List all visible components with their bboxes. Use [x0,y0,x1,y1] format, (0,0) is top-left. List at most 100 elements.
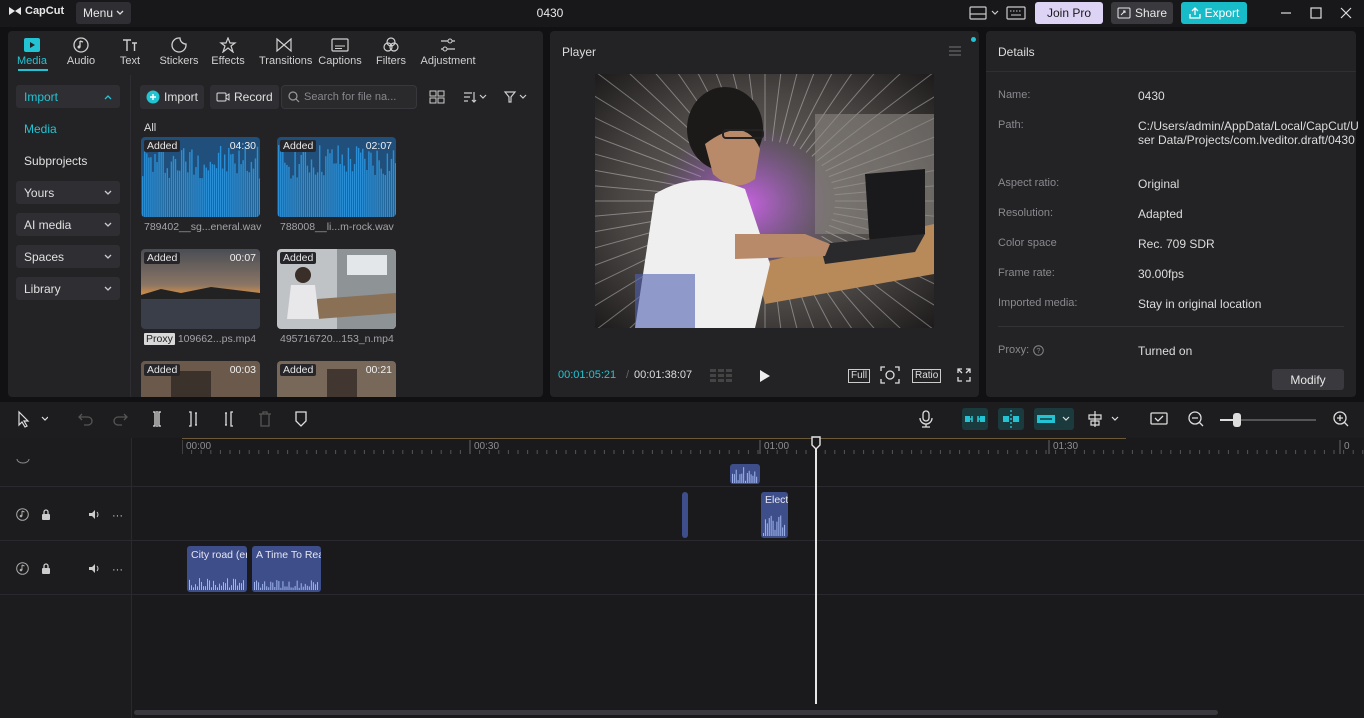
video-preview[interactable] [595,74,934,328]
minimize-icon[interactable] [1278,5,1294,21]
preview-axis-toggle[interactable] [1034,408,1074,430]
full-button[interactable]: Full [848,369,871,383]
tab-effects[interactable]: Effects [205,37,251,67]
sidebar-item-yours[interactable]: Yours [16,181,120,204]
search-input[interactable] [304,91,414,103]
detail-label-path: Path: [998,119,1024,131]
waveform-bar [231,585,232,590]
sort-icon[interactable] [462,90,488,104]
waveform-bar [290,587,292,590]
share-button[interactable]: Share [1111,2,1173,24]
filter-icon[interactable] [503,90,529,104]
close-icon[interactable] [1338,5,1354,21]
sidebar-item-media[interactable]: Media [16,117,120,140]
media-card-video-4[interactable]: Added 00:21 [277,361,396,397]
tab-label: Transitions [259,55,313,67]
media-card-video-1[interactable]: Added 00:07 [141,249,260,329]
zoom-slider-handle[interactable] [1233,413,1241,427]
tab-text[interactable]: Text [107,37,153,67]
lock-icon[interactable] [41,509,51,520]
audio-clip-electric[interactable]: Elect [761,492,788,538]
microphone-icon[interactable] [917,410,935,428]
waveform-bar [368,151,370,217]
magnet-toggle[interactable] [962,408,988,430]
play-button[interactable] [758,368,772,384]
align-icon[interactable] [1086,410,1122,428]
media-card-audio-2[interactable]: Added 02:07 [277,137,396,217]
volume-icon[interactable] [88,563,100,574]
screenshot-icon[interactable] [880,366,900,384]
timeline[interactable]: 00:00 00:30 01:00 01:30 0 ··· ··· Elect City… [0,436,1364,718]
media-card-audio-1[interactable]: Added 04:30 [141,137,260,217]
record-button[interactable]: Record [210,85,279,109]
marker-icon[interactable] [292,410,310,428]
waveform-bar [776,521,778,536]
keyboard-icon[interactable] [1006,5,1026,21]
audio-clip[interactable] [682,492,688,538]
audio-clip-a-time-to-rea[interactable]: A Time To Rea [252,546,321,592]
maximize-icon[interactable] [1308,5,1324,21]
tab-filters[interactable]: Filters [368,37,414,67]
search-box[interactable] [281,85,417,109]
split-icon[interactable] [148,410,166,428]
modify-button[interactable]: Modify [1272,369,1344,390]
media-card-video-3[interactable]: Added 00:03 [141,361,260,397]
link-clips-icon [965,416,985,422]
auto-snap-toggle[interactable] [998,408,1024,430]
more-icon[interactable]: ··· [112,564,123,576]
waveform-bar [278,581,280,590]
split-left-icon[interactable] [184,410,202,428]
waveform-bar [743,467,745,483]
preview-screen-icon[interactable] [1150,410,1168,428]
waveform-bar [380,168,382,217]
tab-stickers[interactable]: Stickers [156,37,202,67]
waveform-bar [232,153,234,217]
tab-transitions[interactable]: Transitions [259,37,313,67]
waveform-bar [294,586,296,590]
player-panel: Player 00:01:05:21 / 00:01:38:07 Full Ra… [550,31,979,397]
fullscreen-icon[interactable] [957,368,971,382]
sidebar-item-subprojects[interactable]: Subprojects [16,149,120,172]
import-button[interactable]: Import [140,85,205,109]
sidebar-item-ai-media[interactable]: AI media [16,213,120,236]
layout-icon[interactable] [969,5,999,21]
audio-clip-city-road[interactable]: City road (er [187,546,247,592]
select-tool-icon[interactable] [16,410,48,428]
tab-media[interactable]: Media [9,37,55,67]
redo-icon[interactable] [112,410,130,428]
playhead-handle[interactable] [811,436,821,450]
sidebar-item-library[interactable]: Library [16,277,120,300]
tab-adjustment[interactable]: Adjustment [418,37,478,67]
zoom-in-icon[interactable] [1332,410,1350,428]
zoom-out-icon[interactable] [1187,410,1205,428]
waveform-bar [355,146,358,217]
timeline-mode-icon[interactable] [710,368,732,383]
grid-view-icon[interactable] [429,90,445,104]
waveform-bar [185,161,187,217]
text-icon [123,39,137,51]
export-button[interactable]: Export [1181,2,1247,24]
player-menu-icon[interactable] [948,45,962,57]
tab-audio[interactable]: Audio [58,37,104,67]
delete-icon[interactable] [256,410,274,428]
sidebar-item-spaces[interactable]: Spaces [16,245,120,268]
join-pro-button[interactable]: Join Pro [1035,2,1103,24]
playhead[interactable] [815,438,817,704]
help-icon[interactable]: ? [1033,344,1044,356]
waveform-bar [193,174,195,217]
waveform-bar [236,173,238,217]
more-icon[interactable]: ··· [112,510,123,522]
horizontal-scrollbar[interactable] [134,710,1218,715]
timeline-ruler[interactable]: 00:00 00:30 01:00 01:30 0 [182,438,1364,454]
waveform-bar [223,582,224,590]
volume-icon[interactable] [88,509,100,520]
sidebar-item-import[interactable]: Import [16,85,120,108]
tab-captions[interactable]: Captions [317,37,363,67]
undo-icon[interactable] [76,410,94,428]
split-right-icon[interactable] [220,410,238,428]
waveform-bar [228,147,230,217]
media-card-video-2[interactable]: Added [277,249,396,329]
lock-icon[interactable] [41,563,51,574]
audio-clip[interactable] [730,464,760,484]
ratio-button[interactable]: Ratio [912,369,942,383]
